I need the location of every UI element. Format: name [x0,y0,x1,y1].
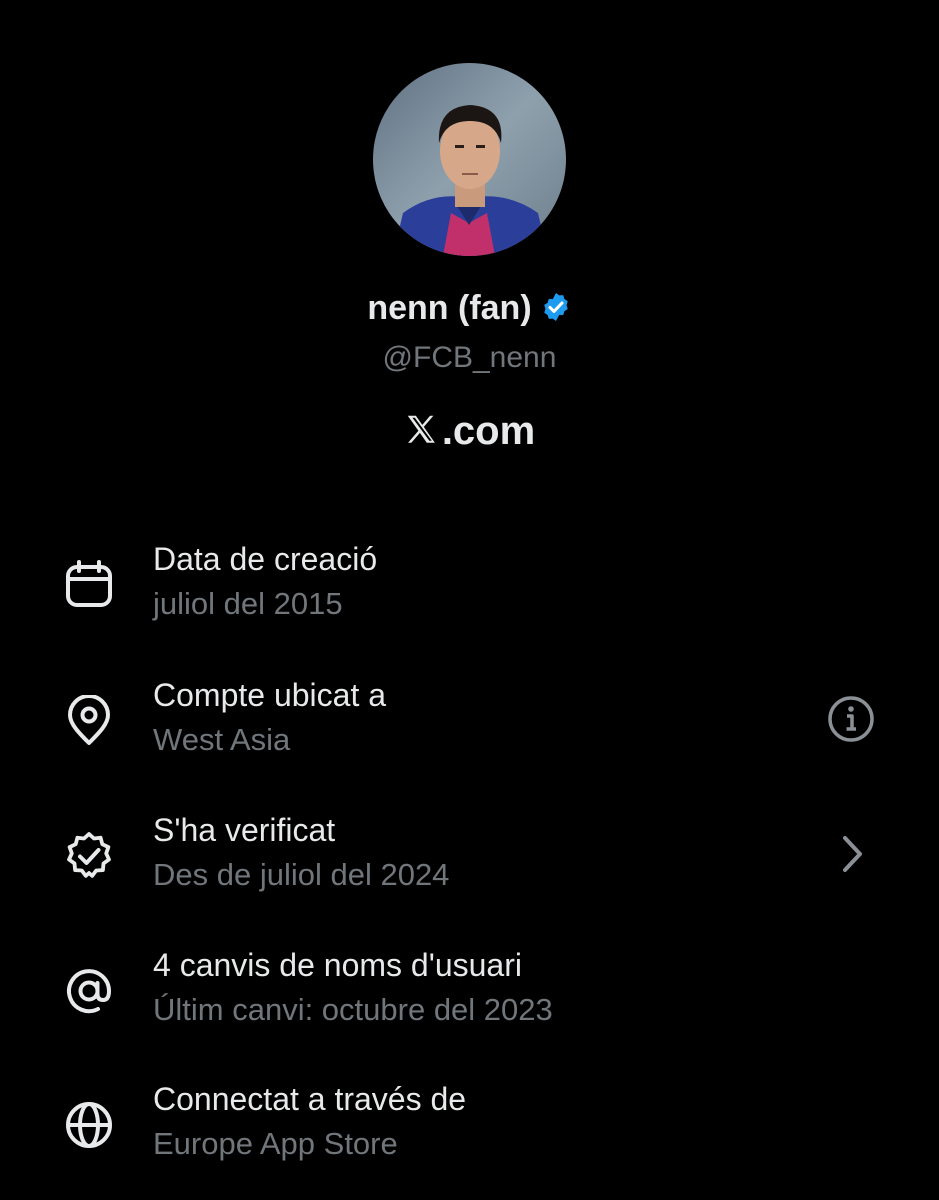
detail-row-verified[interactable]: S'ha verificat Des de juliol del 2024 [0,808,939,918]
detail-value: Des de juliol del 2024 [153,857,450,892]
location-pin-icon [63,694,115,747]
detail-title: S'ha verificat [153,812,336,848]
detail-value: juliol del 2015 [153,586,343,621]
detail-row-connected-via: Connectat a través de Europe App Store [0,1077,939,1187]
detail-row-username-changes: 4 canvis de noms d'usuari Últim canvi: o… [0,943,939,1053]
calendar-icon [63,559,115,611]
detail-title: Data de creació [153,541,378,577]
verified-badge-icon[interactable] [540,290,572,334]
x-logo-icon [404,408,440,462]
info-icon[interactable] [825,693,877,745]
detail-value: West Asia [153,722,291,757]
profile-handle: @FCB_nenn [382,341,557,374]
verified-badge-icon [63,830,115,882]
profile-name-row: nenn (fan) [0,286,939,334]
brand-domain: .com [0,404,939,462]
detail-title: 4 canvis de noms d'usuari [153,947,522,983]
detail-row-account-location: Compte ubicat a West Asia [0,673,939,783]
display-name: nenn (fan) [367,289,532,327]
brand-domain-suffix: .com [441,409,536,453]
at-sign-icon [63,965,115,1017]
detail-value: Últim canvi: octubre del 2023 [153,992,553,1027]
detail-row-creation-date: Data de creació juliol del 2015 [0,537,939,647]
detail-title: Connectat a través de [153,1081,467,1117]
globe-icon [63,1099,115,1151]
avatar[interactable] [373,63,566,256]
detail-title: Compte ubicat a [153,677,387,713]
detail-value: Europe App Store [153,1126,398,1161]
chevron-right-icon[interactable] [836,832,868,876]
avatar-image [373,63,566,256]
